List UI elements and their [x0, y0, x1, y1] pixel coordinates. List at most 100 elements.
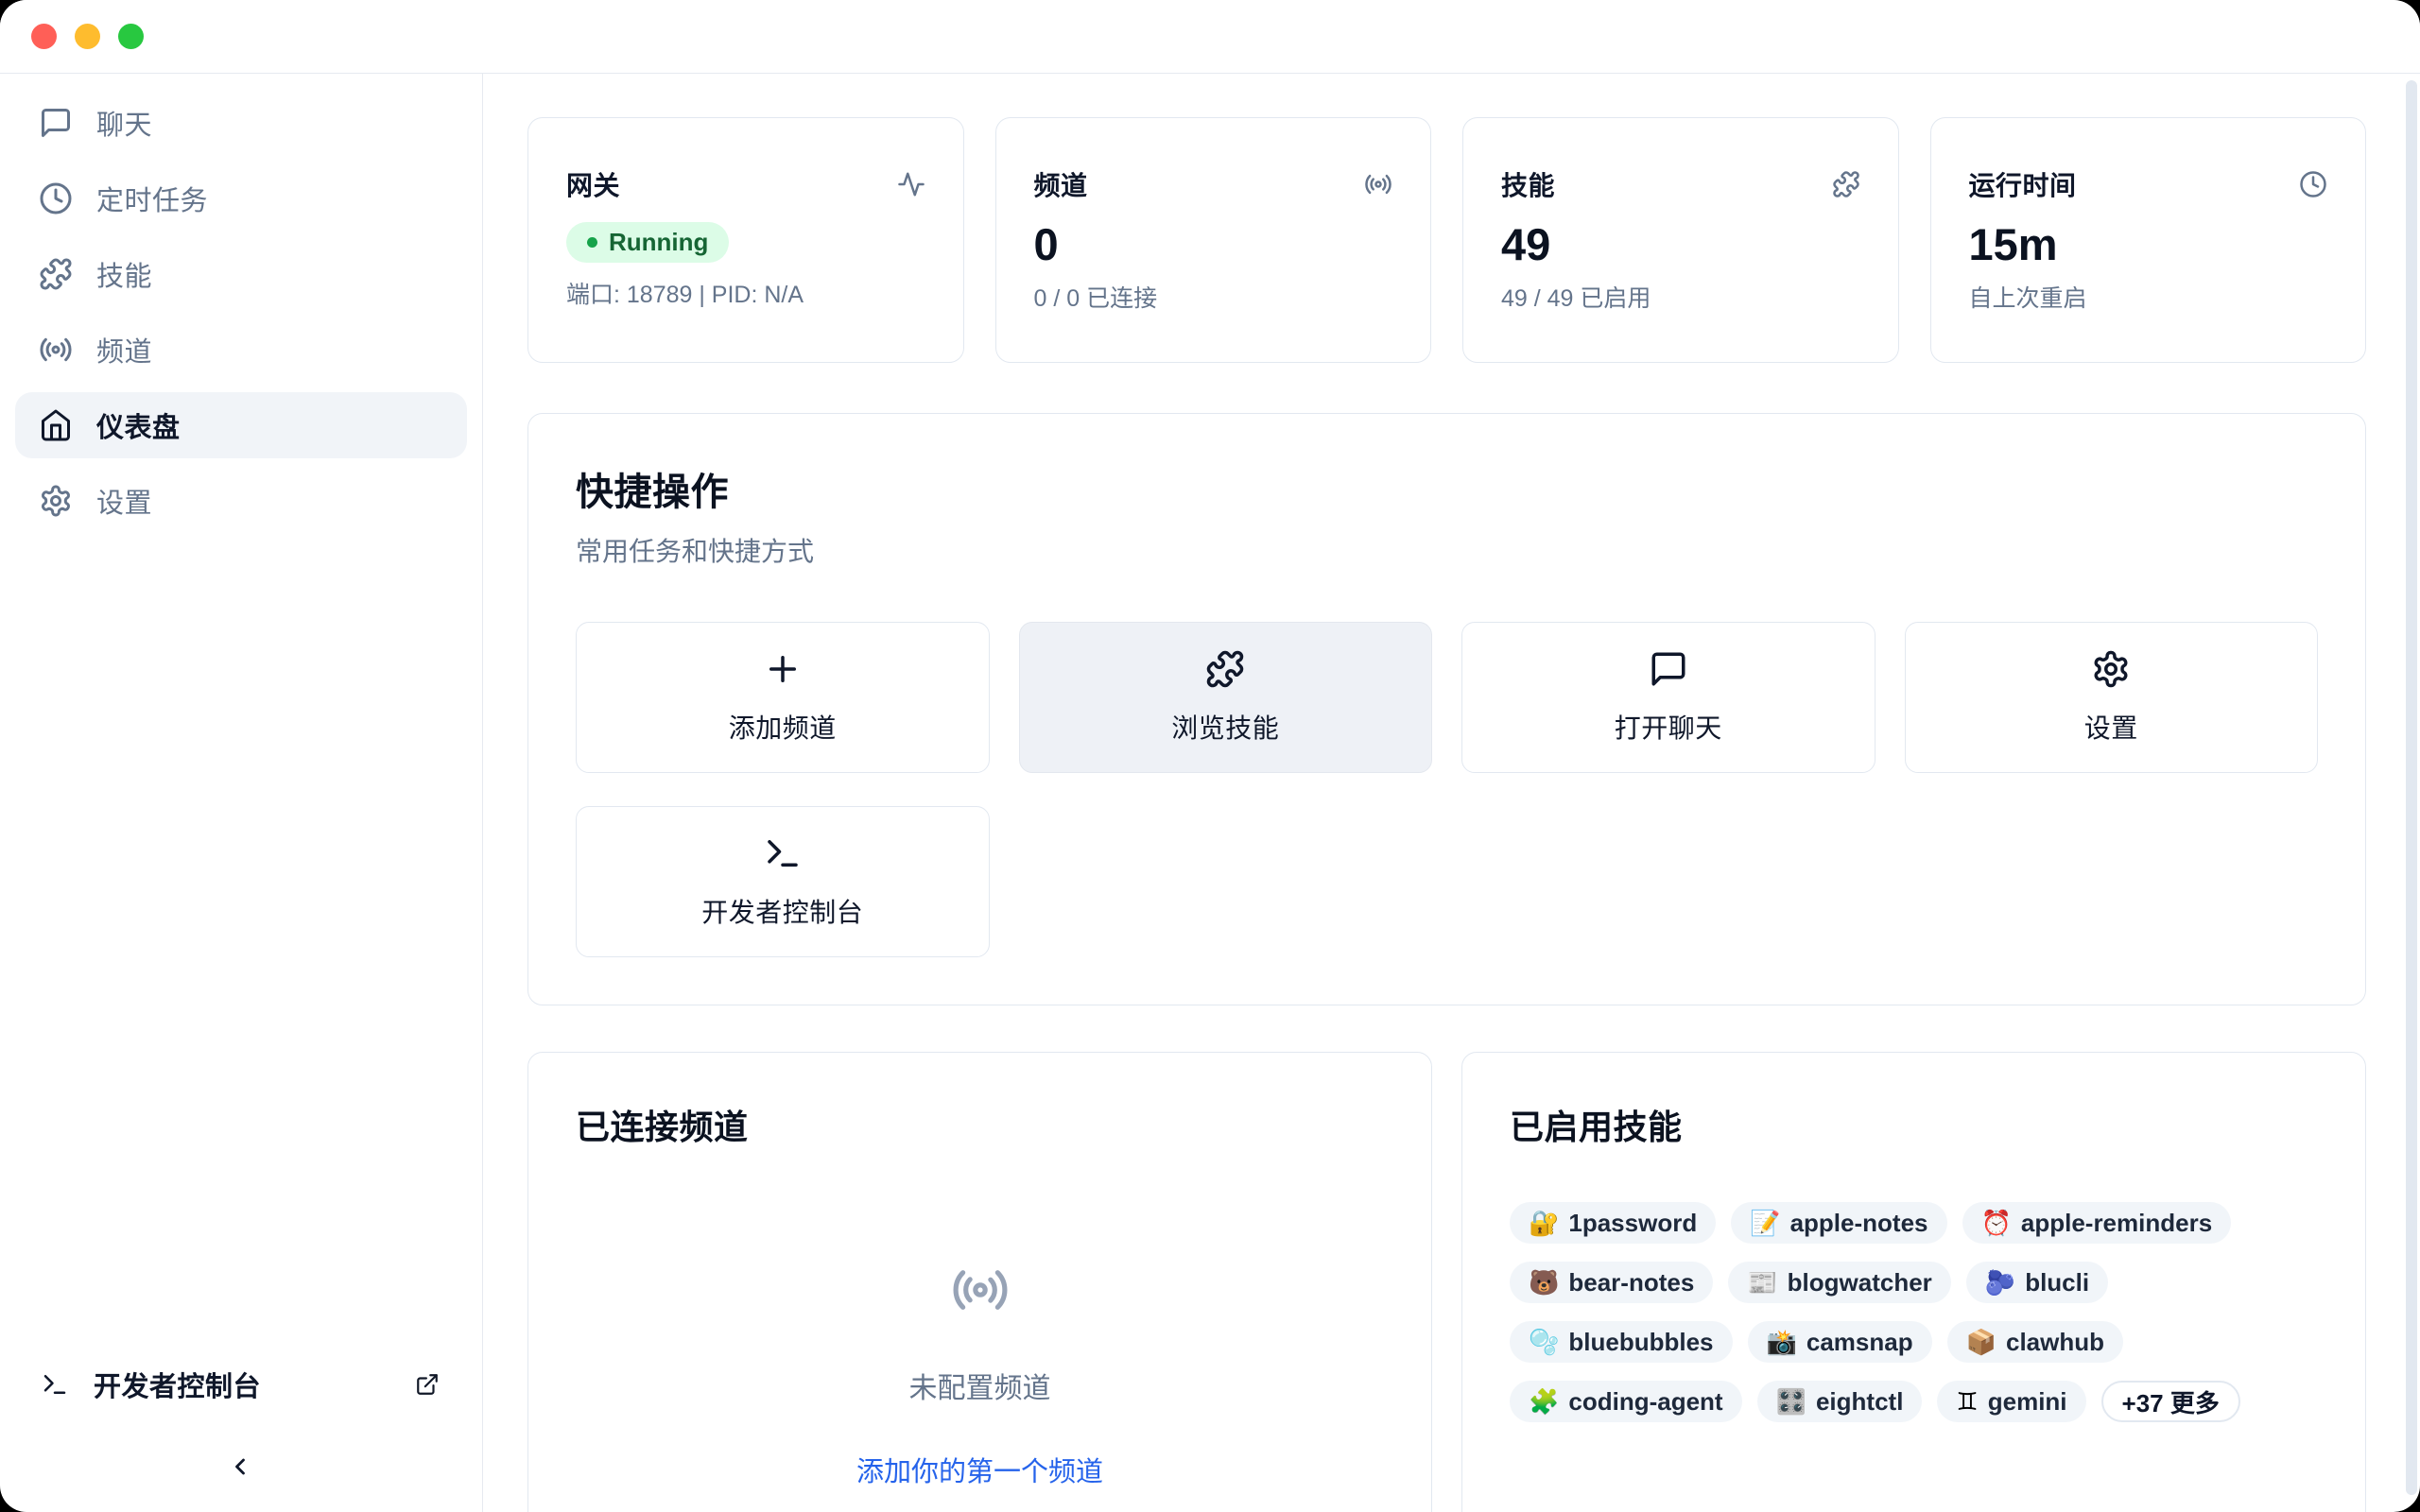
skill-emoji: 📰	[1747, 1270, 1777, 1295]
sidebar-item-label: 技能	[96, 254, 152, 294]
button-label: 浏览技能	[1171, 708, 1279, 746]
stats-row: 网关 Running 端口: 18789 | PID: N/A 频道 0	[527, 117, 2366, 363]
skill-chip[interactable]: 📰blogwatcher	[1728, 1262, 1951, 1303]
stat-title: 技能	[1501, 165, 1555, 203]
stat-subtitle: 0 / 0 已连接	[1034, 280, 1393, 314]
add-first-channel-link[interactable]: 添加你的第一个频道	[856, 1450, 1103, 1489]
sidebar-nav: 聊天 定时任务 技能 频道 仪表盘	[0, 74, 482, 543]
message-square-icon	[1649, 649, 1688, 689]
status-dot	[587, 237, 597, 248]
skill-emoji: 📝	[1750, 1211, 1780, 1235]
skill-emoji: 🫧	[1529, 1330, 1559, 1354]
skill-emoji: 📸	[1767, 1330, 1797, 1354]
skill-emoji: 🔐	[1529, 1211, 1559, 1235]
message-square-icon	[39, 106, 73, 140]
skill-chip[interactable]: 📦clawhub	[1947, 1321, 2123, 1363]
developer-console-button[interactable]: 开发者控制台	[576, 806, 990, 957]
stat-value: 15m	[1969, 218, 2328, 270]
skill-chips: 🔐1password 📝apple-notes ⏰apple-reminders…	[1510, 1202, 2318, 1422]
traffic-lights	[31, 24, 144, 49]
activity-icon	[897, 170, 925, 198]
stat-subtitle: 端口: 18789 | PID: N/A	[566, 276, 925, 310]
sidebar-item-label: 聊天	[96, 103, 152, 143]
skill-emoji: ♊	[1956, 1389, 1978, 1414]
radio-icon	[1364, 170, 1392, 198]
stat-subtitle: 49 / 49 已启用	[1501, 280, 1860, 314]
sidebar-item-scheduled-tasks[interactable]: 定时任务	[15, 165, 467, 232]
stat-title: 频道	[1034, 165, 1088, 203]
stat-title: 运行时间	[1969, 165, 2077, 203]
stat-value: 0	[1034, 218, 1393, 270]
skill-chip[interactable]: ⏰apple-reminders	[1962, 1202, 2232, 1244]
skill-chip[interactable]: 🐻bear-notes	[1510, 1262, 1713, 1303]
sidebar-item-skills[interactable]: 技能	[15, 241, 467, 307]
skill-chip[interactable]: 🧩coding-agent	[1510, 1381, 1742, 1422]
sidebar-item-label: 设置	[96, 481, 152, 521]
gear-icon	[39, 484, 73, 518]
close-button[interactable]	[31, 24, 57, 49]
more-skills-chip[interactable]: +37 更多	[2101, 1381, 2240, 1422]
skill-chip[interactable]: 🫧bluebubbles	[1510, 1321, 1733, 1363]
minimize-button[interactable]	[75, 24, 100, 49]
home-icon	[39, 408, 73, 442]
external-link-icon	[415, 1372, 440, 1397]
skill-chip[interactable]: 📝apple-notes	[1731, 1202, 1946, 1244]
stat-card-channels: 频道 0 0 / 0 已连接	[995, 117, 1432, 363]
puzzle-icon	[1205, 649, 1245, 689]
stat-title: 网关	[566, 165, 620, 203]
developer-console-label: 开发者控制台	[94, 1365, 261, 1404]
dashboard-main: 网关 Running 端口: 18789 | PID: N/A 频道 0	[483, 74, 2420, 1512]
titlebar[interactable]	[0, 0, 2420, 74]
radio-icon	[951, 1261, 1010, 1319]
developer-console-link[interactable]: 开发者控制台	[41, 1365, 440, 1404]
sidebar: 聊天 定时任务 技能 频道 仪表盘	[0, 74, 483, 1512]
skill-chip[interactable]: 🎛️eightctl	[1757, 1381, 1923, 1422]
button-label: 添加频道	[729, 708, 837, 746]
app-window: 聊天 定时任务 技能 频道 仪表盘	[0, 0, 2420, 1512]
settings-button[interactable]: 设置	[1905, 622, 2319, 773]
skill-chip[interactable]: ♊gemini	[1937, 1381, 2085, 1422]
terminal-icon	[41, 1370, 69, 1399]
status-label: Running	[609, 228, 708, 257]
terminal-icon	[763, 833, 803, 873]
skill-emoji: ⏰	[1981, 1211, 2012, 1235]
skill-emoji: 🫐	[1985, 1270, 2015, 1295]
sidebar-item-dashboard[interactable]: 仪表盘	[15, 392, 467, 458]
browse-skills-button[interactable]: 浏览技能	[1019, 622, 1433, 773]
bottom-row: 已连接频道 未配置频道 添加你的第一个频道 已启用技能 🔐1password 📝…	[527, 1052, 2366, 1512]
sidebar-collapse-button[interactable]	[219, 1446, 261, 1487]
radio-icon	[39, 333, 73, 367]
stat-card-uptime: 运行时间 15m 自上次重启	[1930, 117, 2367, 363]
button-label: 开发者控制台	[701, 892, 863, 930]
gear-icon	[2091, 649, 2131, 689]
quick-actions-grid: 添加频道 浏览技能 打开聊天 设置	[576, 622, 2318, 957]
skill-emoji: 🎛️	[1776, 1389, 1806, 1414]
sidebar-item-chat[interactable]: 聊天	[15, 90, 467, 156]
puzzle-icon	[39, 257, 73, 291]
sidebar-footer: 开发者控制台	[0, 1365, 482, 1512]
enabled-skills-card: 已启用技能 🔐1password 📝apple-notes ⏰apple-rem…	[1461, 1052, 2366, 1512]
connected-channels-title: 已连接频道	[576, 1100, 1384, 1149]
scrollbar[interactable]	[2406, 80, 2417, 1495]
skill-chip[interactable]: 🔐1password	[1510, 1202, 1716, 1244]
enabled-skills-title: 已启用技能	[1510, 1100, 2318, 1149]
sidebar-item-channels[interactable]: 频道	[15, 317, 467, 383]
skill-chip[interactable]: 🫐blucli	[1966, 1262, 2108, 1303]
button-label: 设置	[2084, 708, 2138, 746]
clock-icon	[2299, 170, 2327, 198]
connected-channels-card: 已连接频道 未配置频道 添加你的第一个频道	[527, 1052, 1432, 1512]
skill-emoji: 🧩	[1529, 1389, 1559, 1414]
add-channel-button[interactable]: 添加频道	[576, 622, 990, 773]
stat-value: 49	[1501, 218, 1860, 270]
stat-card-skills: 技能 49 49 / 49 已启用	[1462, 117, 1899, 363]
skill-chip[interactable]: 📸camsnap	[1748, 1321, 1932, 1363]
maximize-button[interactable]	[118, 24, 144, 49]
channels-empty-state: 未配置频道 添加你的第一个频道	[576, 1261, 1384, 1489]
sidebar-item-label: 仪表盘	[96, 405, 181, 445]
quick-actions-title: 快捷操作	[576, 461, 2318, 516]
puzzle-icon	[1832, 170, 1860, 198]
open-chat-button[interactable]: 打开聊天	[1461, 622, 1876, 773]
gateway-status-badge: Running	[566, 222, 729, 263]
sidebar-item-settings[interactable]: 设置	[15, 468, 467, 534]
empty-state-text: 未配置频道	[909, 1365, 1051, 1406]
